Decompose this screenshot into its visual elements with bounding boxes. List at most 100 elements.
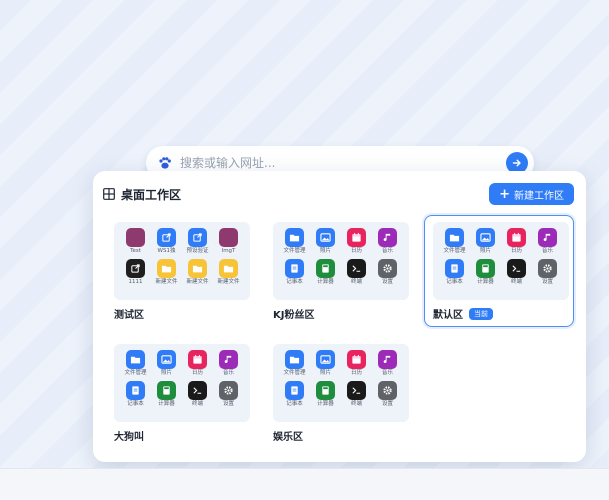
photo-icon: [476, 228, 495, 247]
terminal-icon: [347, 258, 366, 278]
calculator-icon: [157, 380, 176, 400]
preview-app-label: 音乐: [541, 248, 553, 254]
preview-app: 计算器: [310, 380, 341, 408]
preview-app-label: 终端: [350, 278, 362, 285]
current-badge: 当前: [469, 307, 493, 320]
preview-app-label: 设置: [381, 400, 393, 407]
preview-app: 记事本: [279, 380, 310, 408]
preview-app: 照片: [470, 228, 501, 255]
preview-app: 文件管理: [439, 228, 470, 255]
calendar-icon: [347, 228, 366, 247]
preview-app-label: 文件管理: [283, 370, 306, 376]
preview-app-label: 计算器: [477, 278, 494, 285]
preview-app-label: 终端: [350, 400, 362, 407]
preview-app: 新建文件: [151, 258, 182, 286]
preview-app-label: 音乐: [381, 248, 393, 254]
preview-app: 记事本: [120, 380, 151, 408]
preview-app-label: 记事本: [127, 400, 144, 407]
workspace-name: KJ粉丝区: [273, 310, 315, 321]
workspace-card[interactable]: 文件管理 照片 日历 音乐 记事本 计算器 终端 设置 大狗叫: [105, 337, 255, 449]
preview-app: 计算器: [470, 258, 501, 286]
preview-app-label: 日历: [510, 248, 522, 254]
notepad-icon: [285, 258, 304, 278]
preview-app: 新建文件: [182, 258, 213, 286]
workspace-preview: 文件管理 照片 日历 音乐记事本 计算器 终端 设置: [273, 222, 409, 300]
workspace-preview: Test WS1独 预设验证 ImgT 1111 新建文件 新建文件 新建文件: [114, 222, 250, 300]
preview-app: 设置: [372, 258, 403, 286]
notepad-icon: [126, 380, 145, 400]
preview-app: 新建文件: [213, 258, 244, 286]
grid-icon: [103, 188, 115, 200]
preview-app-label: 设置: [381, 278, 393, 285]
gear-icon: [378, 380, 397, 400]
preview-app-label: WS1独: [157, 248, 176, 254]
search-input[interactable]: [180, 156, 506, 170]
preview-app-label: 照片: [319, 248, 331, 254]
folder-icon: [285, 228, 304, 247]
preview-app-label: 记事本: [446, 278, 463, 285]
preview-app-label: 预设验证: [186, 248, 209, 254]
preview-app: 日历: [341, 350, 372, 377]
preview-app: 音乐: [372, 350, 403, 377]
workspace-card[interactable]: 文件管理 照片 日历 音乐 记事本 计算器 终端 设置 默认区 当前: [424, 215, 574, 327]
workspace-name: 娱乐区: [273, 432, 303, 443]
preview-app: 设置: [213, 380, 244, 408]
preview-app: 文件管理: [279, 228, 310, 255]
preview-app: 日历: [341, 228, 372, 255]
folder-icon: [285, 350, 304, 369]
workspace-footer: 大狗叫: [114, 428, 246, 443]
preview-app: 计算器: [151, 380, 182, 408]
folder-icon: [188, 258, 207, 278]
preview-app: 记事本: [279, 258, 310, 286]
new-workspace-label: 新建工作区: [514, 190, 564, 202]
external-link-icon: [126, 258, 145, 278]
workspace-card[interactable]: Test WS1独 预设验证 ImgT 1111 新建文件 新建文件 新建文件 测试区: [105, 215, 255, 327]
preview-app: 音乐: [372, 228, 403, 255]
preview-app-label: 照片: [319, 370, 331, 376]
external-link-icon: [188, 228, 207, 247]
preview-app: 终端: [341, 258, 372, 286]
folder-icon: [126, 350, 145, 369]
preview-app: 文件管理: [279, 350, 310, 377]
panel-title: 桌面工作区: [121, 187, 182, 202]
preview-app-label: 音乐: [222, 370, 234, 376]
workspace-panel: 桌面工作区 + 新建工作区 Test WS1独 预设验证 ImgT 1111 新建文件 新建…: [93, 171, 586, 462]
preview-app: 照片: [310, 350, 341, 377]
preview-app-label: 文件管理: [443, 248, 466, 254]
workspace-card[interactable]: 文件管理 照片 日历 音乐记事本 计算器 终端 设置 KJ粉丝区: [264, 215, 414, 327]
workspace-footer: 娱乐区: [273, 428, 405, 443]
preview-app: 计算器: [310, 258, 341, 286]
preview-app-label: 计算器: [317, 400, 334, 407]
preview-app: 终端: [341, 380, 372, 408]
preview-app-label: 音乐: [381, 370, 393, 376]
preview-app-label: 日历: [191, 370, 203, 376]
blank-icon: [126, 228, 145, 247]
workspace-name: 测试区: [114, 310, 144, 321]
preview-app-label: 设置: [541, 278, 553, 285]
preview-app-label: 日历: [350, 370, 362, 376]
preview-app: 日历: [501, 228, 532, 255]
terminal-icon: [507, 258, 526, 278]
calendar-icon: [507, 228, 526, 247]
terminal-icon: [188, 380, 207, 400]
workspace-card[interactable]: 文件管理 照片 日历 音乐记事本 计算器 终端 设置娱乐区: [264, 337, 414, 449]
preview-app-label: 新建文件: [217, 278, 240, 285]
preview-app: 照片: [151, 350, 182, 377]
workspace-preview: 文件管理 照片 日历 音乐记事本 计算器 终端 设置: [273, 344, 409, 422]
preview-app: 1111: [120, 258, 151, 286]
calculator-icon: [476, 258, 495, 278]
preview-app-label: 日历: [350, 248, 362, 254]
preview-app: WS1独: [151, 228, 182, 255]
new-workspace-button[interactable]: + 新建工作区: [489, 183, 574, 205]
workspace-name: 大狗叫: [114, 432, 144, 443]
preview-app-label: 记事本: [286, 278, 303, 285]
preview-app-label: 照片: [479, 248, 491, 254]
preview-app: 音乐: [532, 228, 563, 255]
plus-icon: +: [499, 186, 510, 202]
preview-app: 设置: [372, 380, 403, 408]
folder-icon: [219, 258, 238, 278]
preview-app: 记事本: [439, 258, 470, 286]
terminal-icon: [347, 380, 366, 400]
folder-icon: [157, 258, 176, 278]
calculator-icon: [316, 258, 335, 278]
